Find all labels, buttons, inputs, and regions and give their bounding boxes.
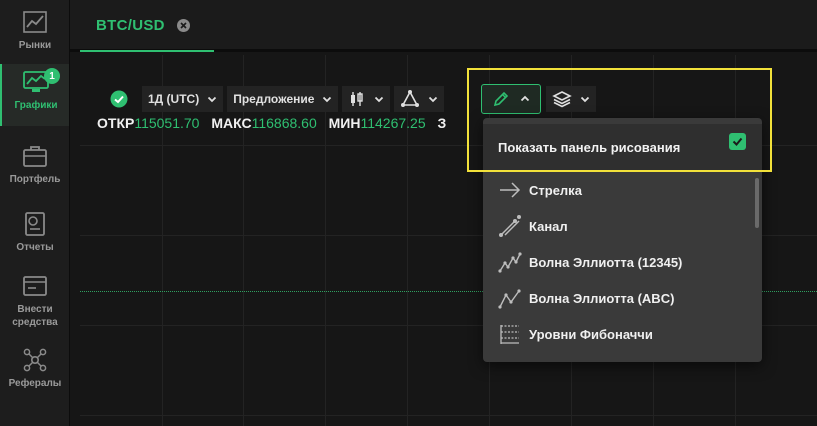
layers-icon	[552, 91, 572, 108]
sidebar-item-portfolio[interactable]: Портфель	[0, 138, 70, 198]
drawing-tools-menu: Показать панель рисования Стрелка Канал …	[483, 118, 762, 362]
chart-toolbar: 1Д (UTC) Предложение	[106, 86, 448, 112]
channel-icon	[499, 215, 521, 237]
interval-dropdown[interactable]: 1Д (UTC)	[142, 86, 224, 112]
grid-line	[80, 415, 817, 416]
ohlc-readout: ОТКР115051.70 МАКС116868.60 МИН114267.25…	[97, 115, 446, 131]
low-key: МИН	[328, 115, 361, 131]
chevron-down-icon	[323, 96, 332, 103]
high-value: 116868.60	[251, 115, 317, 131]
tab-title: BTC/USD	[96, 16, 165, 34]
sidebar-item-label: Графики	[14, 100, 58, 111]
sidebar-item-label: Рынки	[18, 40, 52, 51]
menu-scrollbar[interactable]	[755, 178, 759, 228]
tab-btc-usd[interactable]: BTC/USD	[80, 0, 214, 52]
menu-item-fibonacci[interactable]: Уровни Фибоначчи	[483, 316, 753, 352]
sidebar-item-referrals[interactable]: Рефералы	[0, 342, 70, 402]
check-circle-icon	[110, 90, 128, 108]
sidebar-item-markets[interactable]: Рынки	[0, 4, 70, 64]
show-drawing-panel-option[interactable]: Показать панель рисования	[483, 124, 762, 170]
price-type-dropdown[interactable]: Предложение	[227, 86, 339, 112]
briefcase-icon	[23, 146, 47, 167]
sidebar-item-charts[interactable]: 1 Графики	[0, 64, 70, 126]
menu-item-channel[interactable]: Канал	[483, 208, 753, 244]
chevron-up-icon	[520, 95, 530, 102]
show-drawing-panel-checkbox[interactable]	[729, 133, 746, 150]
chevron-down-icon	[580, 96, 590, 103]
sidebar-item-label: Внести средства	[12, 304, 58, 328]
chart-type-dropdown[interactable]	[342, 86, 391, 112]
menu-item-label: Уровни Фибоначчи	[529, 326, 653, 342]
candlestick-icon	[351, 92, 364, 106]
fibonacci-icon	[500, 325, 519, 344]
sidebar: Рынки 1 Графики Портфель Отчеты Внести с…	[0, 0, 70, 426]
price-type-label: Предложение	[233, 92, 315, 106]
sidebar-item-label: Рефералы	[8, 378, 62, 389]
elliott-impulse-icon	[498, 252, 522, 273]
deposit-icon	[23, 276, 47, 296]
status-button[interactable]	[106, 86, 132, 112]
open-value: 115051.70	[134, 115, 200, 131]
sidebar-divider	[69, 0, 70, 426]
low-value: 114267.25	[360, 115, 426, 131]
network-icon	[23, 348, 47, 372]
pencil-icon	[493, 91, 509, 107]
indicators-dropdown[interactable]	[394, 86, 445, 112]
triangle-nodes-icon	[401, 90, 420, 107]
menu-item-label: Волна Эллиотта (ABC)	[529, 290, 675, 306]
report-icon	[25, 212, 45, 236]
arrow-right-icon	[500, 182, 521, 198]
checkmark-icon	[732, 137, 743, 146]
open-key: ОТКР	[97, 115, 135, 131]
sidebar-item-reports[interactable]: Отчеты	[0, 206, 70, 266]
menu-item-label: Канал	[529, 218, 568, 234]
menu-item-label: Стрелка	[529, 182, 582, 198]
menu-item-elliott-impulse[interactable]: Волна Эллиотта (12345)	[483, 244, 753, 280]
chevron-down-icon	[375, 96, 384, 103]
trend-icon	[23, 11, 47, 33]
tab-bar: BTC/USD	[70, 0, 817, 52]
chevron-down-icon	[208, 96, 217, 103]
drawing-tools-button[interactable]	[481, 84, 541, 114]
sidebar-item-label: Портфель	[9, 174, 61, 185]
menu-item-arrow[interactable]: Стрелка	[483, 172, 753, 208]
close-icon[interactable]	[176, 18, 190, 32]
show-drawing-panel-label: Показать панель рисования	[498, 139, 681, 155]
sidebar-item-deposit[interactable]: Внести средства	[0, 268, 70, 338]
close-key: З	[437, 115, 447, 131]
sidebar-item-label: Отчеты	[16, 242, 54, 253]
chevron-down-icon	[429, 96, 438, 103]
high-key: МАКС	[211, 115, 252, 131]
notification-badge: 1	[44, 68, 60, 84]
menu-item-elliott-correction[interactable]: Волна Эллиотта (ABC)	[483, 280, 753, 316]
menu-item-label: Волна Эллиотта (12345)	[529, 254, 683, 270]
elliott-correction-icon	[498, 289, 521, 309]
layers-dropdown[interactable]	[546, 86, 596, 112]
interval-label: 1Д (UTC)	[148, 92, 200, 106]
